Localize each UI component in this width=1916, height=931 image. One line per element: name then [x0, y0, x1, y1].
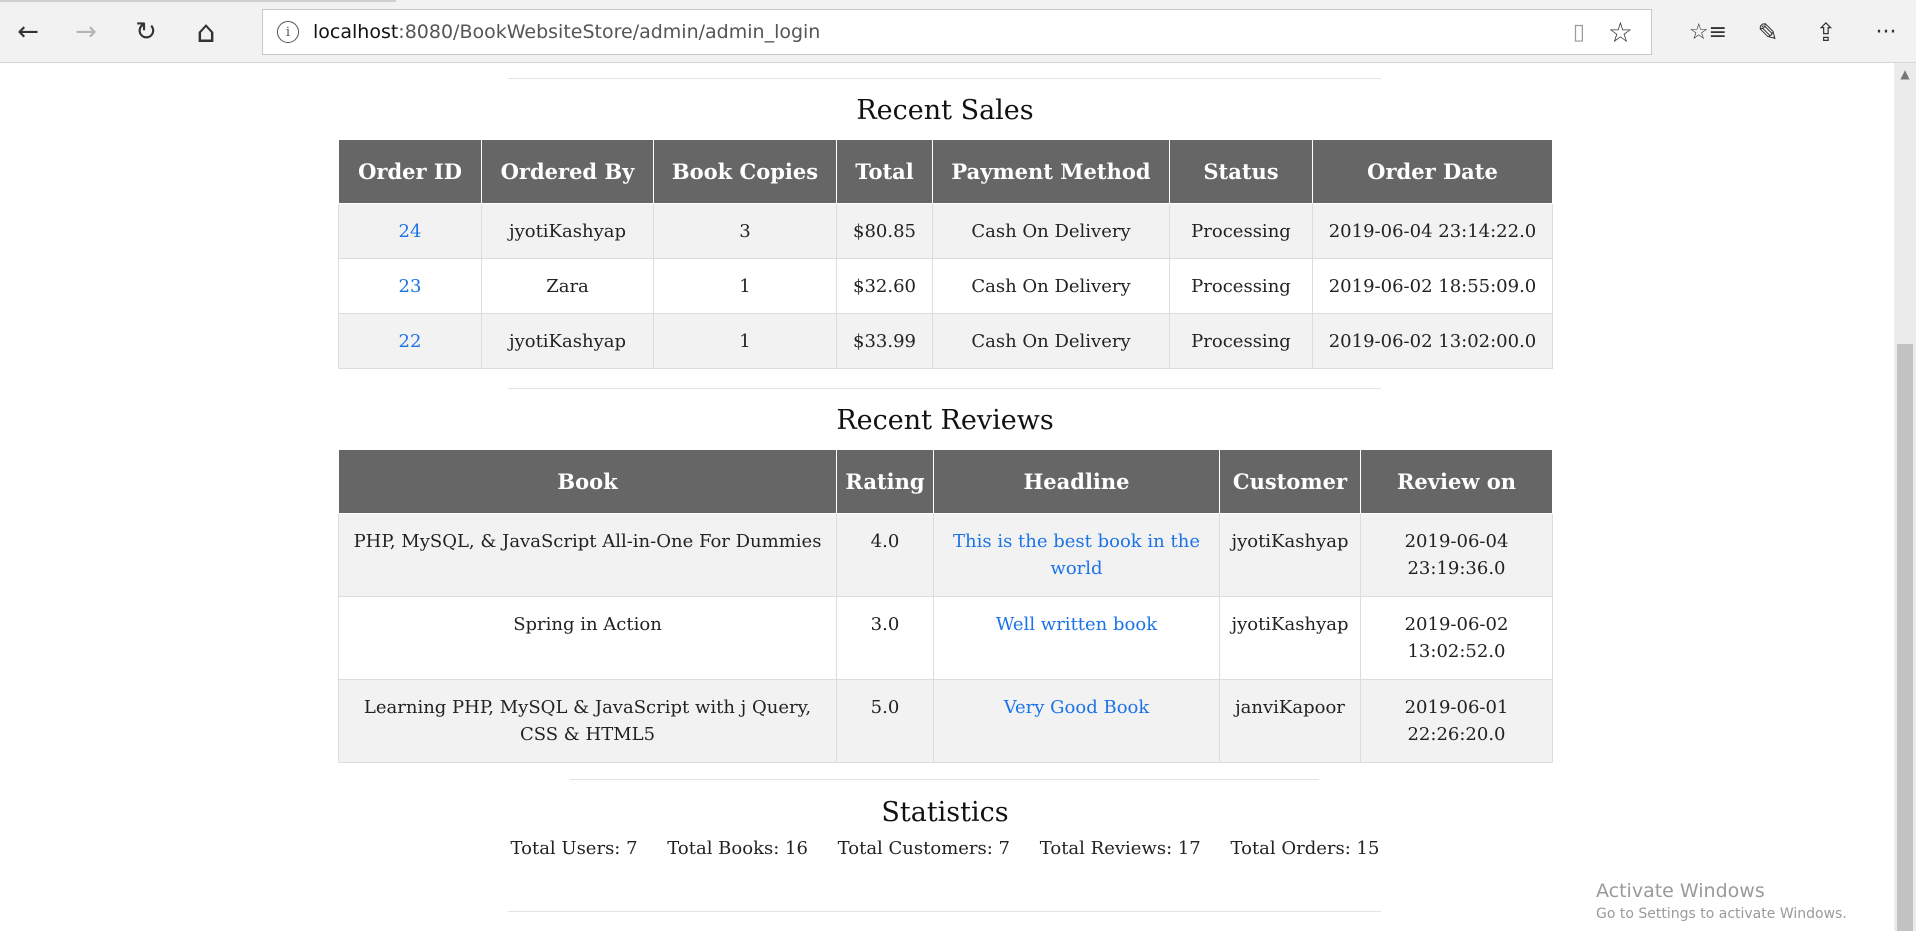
- column-header: Order ID: [338, 139, 482, 204]
- order-status: Processing: [1169, 313, 1313, 369]
- column-header: Ordered By: [481, 139, 654, 204]
- book-copies: 3: [653, 203, 837, 259]
- refresh-button[interactable]: ↻: [124, 10, 168, 54]
- scroll-up-arrow-icon[interactable]: ▲: [1894, 67, 1916, 81]
- share-icon[interactable]: ⇪: [1804, 10, 1848, 54]
- review-customer: jyotiKashyap: [1219, 596, 1361, 680]
- review-headline-link[interactable]: Well written book: [996, 614, 1157, 635]
- watermark-subtitle: Go to Settings to activate Windows.: [1596, 906, 1847, 922]
- address-bar[interactable]: i localhost:8080/BookWebsiteStore/admin/…: [262, 9, 1652, 55]
- payment-method: Cash On Delivery: [932, 258, 1170, 314]
- ordered-by: jyotiKashyap: [481, 313, 654, 369]
- column-header: Payment Method: [932, 139, 1170, 204]
- book-copies: 1: [653, 313, 837, 369]
- vertical-scrollbar[interactable]: ▲: [1894, 63, 1916, 931]
- watermark-title: Activate Windows: [1596, 880, 1765, 902]
- order-date: 2019-06-02 13:02:00.0: [1312, 313, 1553, 369]
- book-title: PHP, MySQL, & JavaScript All-in-One For …: [338, 513, 837, 597]
- order-total: $80.85: [836, 203, 933, 259]
- review-rating: 4.0: [836, 513, 934, 597]
- payment-method: Cash On Delivery: [932, 313, 1170, 369]
- order-date: 2019-06-04 23:14:22.0: [1312, 203, 1553, 259]
- column-header: Review on: [1360, 449, 1553, 514]
- table-row: Learning PHP, MySQL & JavaScript with j …: [338, 679, 1553, 763]
- table-row: PHP, MySQL, & JavaScript All-in-One For …: [338, 513, 1553, 597]
- recent-sales-title: Recent Sales: [856, 95, 1034, 126]
- review-headline-link[interactable]: Very Good Book: [1004, 697, 1150, 718]
- activate-windows-watermark: Activate Windows Go to Settings to activ…: [1596, 880, 1847, 922]
- review-customer: janviKapoor: [1219, 679, 1361, 763]
- divider: [508, 388, 1381, 389]
- stat-total-orders: Total Orders: 15: [1230, 838, 1380, 859]
- column-header: Total: [836, 139, 933, 204]
- order-total: $32.60: [836, 258, 933, 314]
- table-row: Spring in Action 3.0 Well written book j…: [338, 596, 1553, 680]
- payment-method: Cash On Delivery: [932, 203, 1170, 259]
- favorites-hub-icon[interactable]: ☆≡: [1686, 10, 1730, 54]
- table-header-row: Order ID Ordered By Book Copies Total Pa…: [338, 139, 1553, 204]
- recent-sales-table: Order ID Ordered By Book Copies Total Pa…: [338, 139, 1553, 369]
- statistics-title: Statistics: [881, 797, 1009, 828]
- order-id-link[interactable]: 24: [399, 221, 422, 242]
- column-header: Book: [338, 449, 837, 514]
- forward-button[interactable]: →: [64, 10, 108, 54]
- review-rating: 5.0: [836, 679, 934, 763]
- divider: [508, 911, 1381, 912]
- favorite-star-icon[interactable]: ☆: [1608, 16, 1633, 49]
- notes-pen-icon[interactable]: ✎: [1746, 10, 1790, 54]
- back-button[interactable]: ←: [6, 10, 50, 54]
- reading-view-icon[interactable]: ▯: [1573, 20, 1585, 45]
- review-date: 2019-06-04 23:19:36.0: [1360, 513, 1553, 597]
- order-total: $33.99: [836, 313, 933, 369]
- review-date: 2019-06-01 22:26:20.0: [1360, 679, 1553, 763]
- review-date: 2019-06-02 13:02:52.0: [1360, 596, 1553, 680]
- book-title: Learning PHP, MySQL & JavaScript with j …: [338, 679, 837, 763]
- column-header: Headline: [933, 449, 1220, 514]
- column-header: Order Date: [1312, 139, 1553, 204]
- column-header: Rating: [836, 449, 934, 514]
- divider: [570, 779, 1319, 780]
- home-button[interactable]: ⌂: [184, 10, 228, 54]
- review-customer: jyotiKashyap: [1219, 513, 1361, 597]
- order-id-link[interactable]: 22: [399, 331, 422, 352]
- url-host: localhost: [313, 21, 399, 43]
- statistics-summary: Total Users: 7 Total Books: 16 Total Cus…: [0, 838, 1890, 859]
- order-date: 2019-06-02 18:55:09.0: [1312, 258, 1553, 314]
- table-row: 24 jyotiKashyap 3 $80.85 Cash On Deliver…: [338, 203, 1553, 259]
- ordered-by: jyotiKashyap: [481, 203, 654, 259]
- stat-total-books: Total Books: 16: [667, 838, 808, 859]
- table-row: 23 Zara 1 $32.60 Cash On Delivery Proces…: [338, 258, 1553, 314]
- more-menu-icon[interactable]: ···: [1864, 10, 1908, 54]
- review-rating: 3.0: [836, 596, 934, 680]
- review-headline-link[interactable]: This is the best book in the world: [953, 531, 1200, 579]
- book-copies: 1: [653, 258, 837, 314]
- info-icon[interactable]: i: [277, 21, 299, 43]
- recent-reviews-table: Book Rating Headline Customer Review on …: [338, 449, 1553, 763]
- column-header: Book Copies: [653, 139, 837, 204]
- order-status: Processing: [1169, 258, 1313, 314]
- divider: [508, 78, 1381, 79]
- browser-toolbar: ← → ↻ ⌂ i localhost:8080/BookWebsiteStor…: [0, 0, 1916, 63]
- stat-total-reviews: Total Reviews: 17: [1039, 838, 1201, 859]
- stat-total-users: Total Users: 7: [510, 838, 638, 859]
- stat-total-customers: Total Customers: 7: [837, 838, 1011, 859]
- recent-reviews-title: Recent Reviews: [836, 405, 1054, 436]
- url-path: :8080/BookWebsiteStore/admin/admin_login: [398, 21, 821, 43]
- table-row: 22 jyotiKashyap 1 $33.99 Cash On Deliver…: [338, 313, 1553, 369]
- order-status: Processing: [1169, 203, 1313, 259]
- scrollbar-thumb[interactable]: [1897, 344, 1913, 931]
- column-header: Status: [1169, 139, 1313, 204]
- ordered-by: Zara: [481, 258, 654, 314]
- column-header: Customer: [1219, 449, 1361, 514]
- tab-indicator: [0, 0, 396, 2]
- order-id-link[interactable]: 23: [399, 276, 422, 297]
- book-title: Spring in Action: [338, 596, 837, 680]
- table-header-row: Book Rating Headline Customer Review on: [338, 449, 1553, 514]
